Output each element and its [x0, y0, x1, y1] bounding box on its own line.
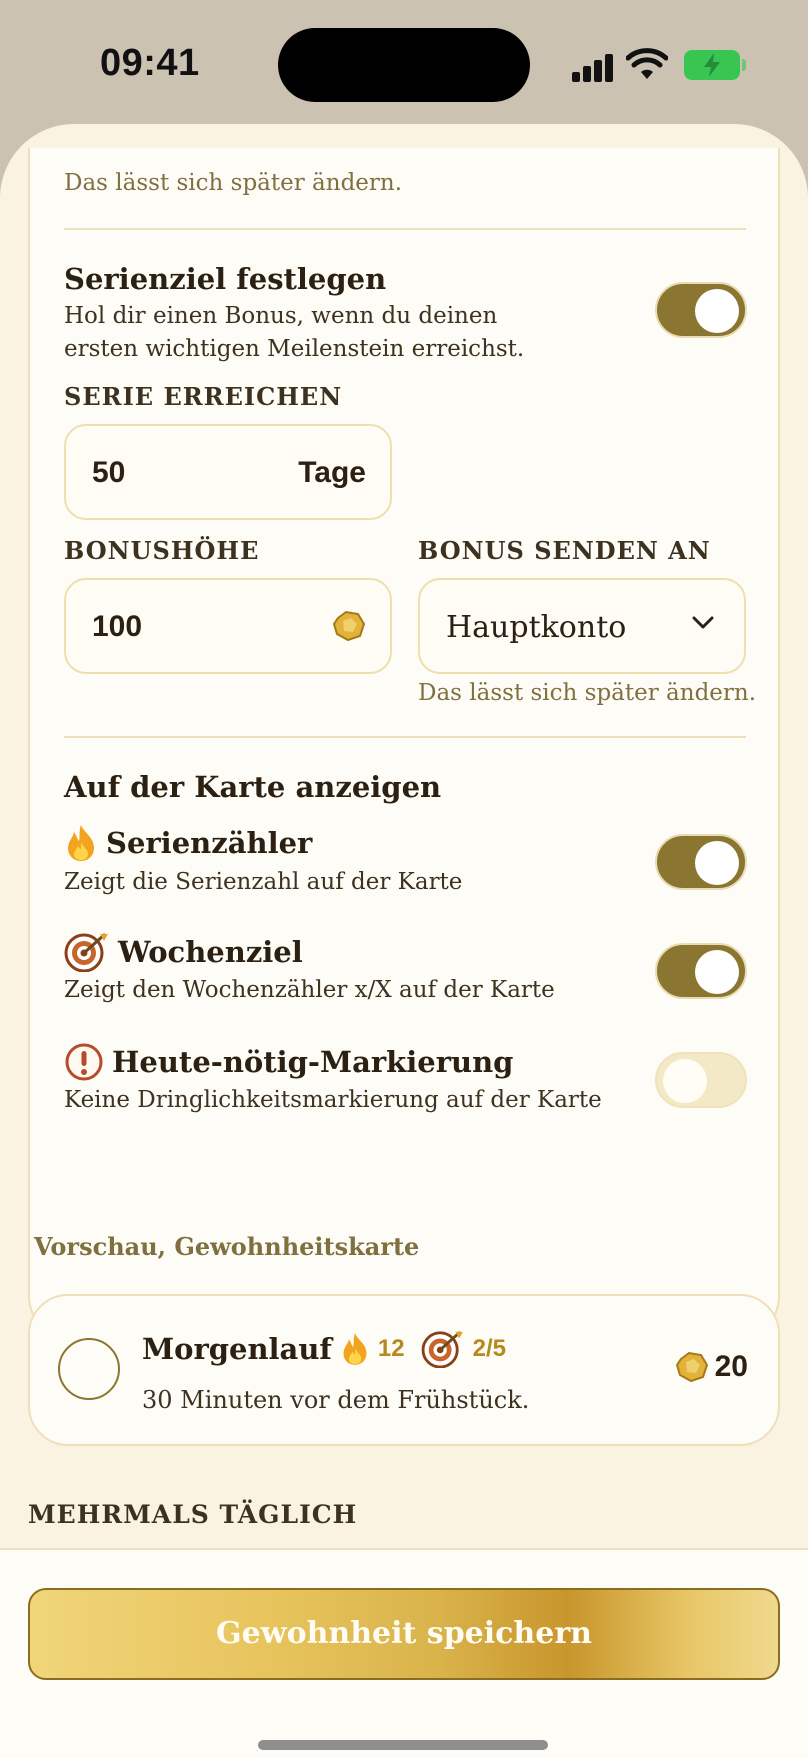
change-later-note: Das lässt sich später ändern.: [64, 170, 403, 196]
bonus-target-value: Hauptkonto: [446, 610, 627, 645]
fire-icon: [343, 1333, 367, 1365]
target-icon: [421, 1331, 463, 1368]
streak-value: 50: [92, 456, 126, 489]
streak-label: SERIE ERREICHEN: [64, 382, 343, 411]
option-title: Heute-nötig-Markierung: [112, 1045, 514, 1079]
goal-description: Hol dir einen Bonus, wenn du deinen erst…: [64, 303, 525, 362]
habit-name: Morgenlauf: [142, 1332, 332, 1366]
bonus-target-label: BONUS SENDEN AN: [418, 536, 711, 565]
display-section-title: Auf der Karte anzeigen: [64, 770, 442, 804]
goal-toggle[interactable]: [655, 282, 747, 338]
option-weekly-goal: Wochenziel: [64, 932, 303, 972]
habit-reward: 20: [675, 1350, 748, 1384]
habit-subtitle: 30 Minuten vor dem Frühstück.: [142, 1386, 530, 1414]
chevron-down-icon: [692, 616, 714, 629]
section-label: MEHRMALS TÄGLICH: [28, 1500, 358, 1529]
preview-label: Vorschau, Gewohnheitskarte: [34, 1232, 420, 1261]
bonus-change-later-note: Das lässt sich später ändern.: [418, 680, 757, 706]
status-bar: 09:41: [0, 0, 808, 130]
streak-days-input[interactable]: 50 Tage: [64, 424, 392, 520]
option-description: Zeigt die Serienzahl auf der Karte: [64, 869, 463, 895]
habit-name-row: Morgenlauf 12 2/5: [142, 1330, 506, 1368]
bonus-amount-label: BONUSHÖHE: [64, 536, 260, 565]
toggle-knob: [663, 1059, 707, 1103]
habit-preview-card[interactable]: Morgenlauf 12 2/5 30 Minuten vor dem Frü…: [28, 1294, 780, 1446]
bottom-bar: Gewohnheit speichern: [0, 1548, 808, 1758]
alert-icon: [65, 1043, 103, 1081]
wifi-icon: [626, 48, 668, 79]
today-marker-toggle[interactable]: [655, 1052, 747, 1108]
option-title: Serienzähler: [106, 826, 313, 860]
habit-streak-count: 12: [377, 1335, 405, 1362]
settings-card: Das lässt sich später ändern. Serienziel…: [28, 148, 780, 1340]
bonus-amount-input[interactable]: 100: [64, 578, 392, 674]
complete-checkbox[interactable]: [58, 1338, 120, 1400]
option-description: Keine Dringlichkeitsmarkierung auf der K…: [64, 1087, 602, 1113]
bonus-target-select[interactable]: Hauptkonto: [418, 578, 746, 674]
cellular-signal-icon: [572, 54, 614, 82]
streak-unit: Tage: [298, 456, 366, 489]
goal-title: Serienziel festlegen: [64, 262, 387, 296]
toggle-knob: [695, 841, 739, 885]
weekly-goal-toggle[interactable]: [655, 943, 747, 999]
coin-icon: [675, 1351, 708, 1383]
target-icon: [64, 933, 108, 972]
toggle-knob: [695, 950, 739, 994]
dynamic-island: [278, 28, 530, 102]
option-streak-counter: Serienzähler: [64, 824, 312, 862]
option-today-marker: Heute-nötig-Markierung: [64, 1042, 513, 1082]
divider: [64, 736, 746, 738]
toggle-knob: [695, 289, 739, 333]
option-description: Zeigt den Wochenzähler x/X auf der Karte: [64, 977, 555, 1003]
habit-weekly-count: 2/5: [472, 1335, 506, 1362]
home-indicator[interactable]: [258, 1740, 548, 1750]
habit-editor-sheet: Das lässt sich später ändern. Serienziel…: [0, 124, 808, 1758]
coin-icon: [332, 610, 366, 642]
save-habit-button[interactable]: Gewohnheit speichern: [28, 1588, 780, 1680]
status-time: 09:41: [100, 42, 200, 84]
divider: [64, 228, 746, 230]
streak-counter-toggle[interactable]: [655, 834, 747, 890]
option-title: Wochenziel: [118, 935, 303, 969]
reward-value: 20: [714, 1350, 748, 1383]
battery-charging-icon: [684, 50, 746, 80]
bonus-value: 100: [92, 610, 143, 643]
fire-icon: [68, 825, 94, 861]
